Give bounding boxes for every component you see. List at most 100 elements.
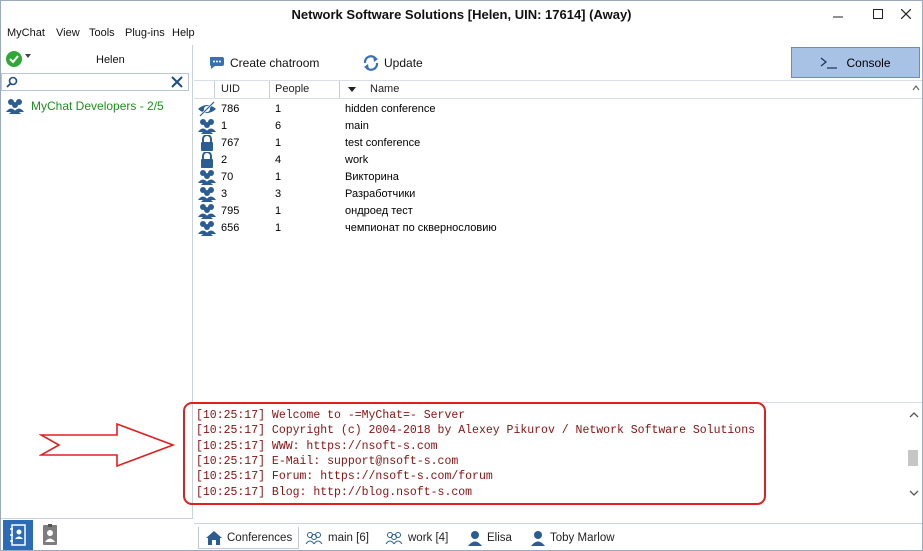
table-row[interactable]: 786 1 hidden conference xyxy=(194,101,914,118)
tab-work[interactable]: work [4] xyxy=(384,527,448,549)
app-window: Network Software Solutions [Helen, UIN: … xyxy=(0,0,923,551)
row-people: 3 xyxy=(275,188,282,200)
pane-splitter[interactable] xyxy=(192,45,193,519)
column-header-people[interactable]: People xyxy=(275,83,309,95)
table-row[interactable]: 70 1 Викторина xyxy=(194,169,914,186)
status-selector[interactable] xyxy=(6,51,22,67)
table-row[interactable]: 767 1 test conference xyxy=(194,134,914,152)
console-line: [10:25:17] Blog: http://blog.nsoft-s.com xyxy=(196,485,473,499)
tab-toby-marlow[interactable]: Toby Marlow xyxy=(530,527,615,549)
scroll-up-icon[interactable] xyxy=(912,84,920,92)
minimize-button[interactable] xyxy=(821,1,855,27)
tab-label: Toby Marlow xyxy=(550,532,615,544)
sort-desc-icon[interactable] xyxy=(348,87,356,92)
row-uid: 656 xyxy=(221,222,240,234)
address-book-icon xyxy=(10,524,26,546)
column-separator xyxy=(339,81,340,98)
terminal-icon xyxy=(821,57,838,69)
row-people: 1 xyxy=(275,171,282,183)
group-icon xyxy=(305,532,323,545)
console-line: [10:25:17] Copyright (c) 2004-2018 by Al… xyxy=(196,424,755,438)
badge-icon xyxy=(43,524,57,545)
row-uid: 1 xyxy=(221,120,228,132)
current-user-name: Helen xyxy=(96,54,125,66)
row-name: Разработчики xyxy=(345,188,416,200)
row-uid: 786 xyxy=(221,103,240,115)
tab-label: main [6] xyxy=(328,532,369,544)
console-line: [10:25:17] E-Mail: support@nsoft-s.com xyxy=(196,454,459,468)
contact-group-item[interactable]: MyChat Developers - 2/5 xyxy=(5,97,164,115)
contacts-view-button[interactable] xyxy=(3,520,33,550)
column-header-uid[interactable]: UID xyxy=(221,83,240,95)
row-name: ондроед тест xyxy=(345,205,413,217)
menu-view[interactable]: View xyxy=(56,27,80,39)
row-uid: 767 xyxy=(221,137,240,149)
create-chatroom-label: Create chatroom xyxy=(230,56,320,70)
tab-conferences[interactable]: Conferences xyxy=(198,527,300,549)
menu-tools[interactable]: Tools xyxy=(89,27,115,39)
maximize-icon xyxy=(873,9,883,19)
group-icon xyxy=(385,532,403,545)
menu-mychat[interactable]: MyChat xyxy=(7,27,45,39)
table-row[interactable]: 656 1 чемпионат по сквернословию xyxy=(194,220,914,237)
row-uid: 2 xyxy=(221,154,228,166)
tab-label: work [4] xyxy=(408,532,449,544)
checkmark-icon xyxy=(9,55,19,64)
console-line: [10:25:17] WWW: https://nsoft-s.com xyxy=(196,439,438,453)
column-separator xyxy=(269,81,270,98)
window-title: Network Software Solutions [Helen, UIN: … xyxy=(291,7,632,22)
search-icon xyxy=(6,76,18,88)
row-uid: 70 xyxy=(221,171,234,183)
row-name: Викторина xyxy=(345,171,399,183)
badge-view-button[interactable] xyxy=(35,520,65,550)
conference-list: UID People Name 786 1 hidden conference 1 6 m… xyxy=(194,80,922,400)
person-icon xyxy=(531,531,545,546)
tab-main[interactable]: main [6] xyxy=(304,527,369,549)
clear-search-icon xyxy=(171,76,183,88)
home-icon xyxy=(206,530,222,545)
console-output: [10:25:17] Welcome to -=MyChat=- Server [… xyxy=(194,402,922,520)
table-row[interactable]: 2 4 work xyxy=(194,151,914,169)
console-button[interactable]: Console xyxy=(791,47,920,78)
refresh-icon xyxy=(363,55,379,71)
row-name: hidden conference xyxy=(345,103,436,115)
row-name: чемпионат по сквернословию xyxy=(345,222,497,234)
console-line: [10:25:17] Forum: https://nsoft-s.com/fo… xyxy=(196,470,493,484)
close-icon xyxy=(901,9,911,19)
menu-help[interactable]: Help xyxy=(172,27,195,39)
column-separator xyxy=(214,81,215,98)
close-button[interactable] xyxy=(889,1,923,27)
scroll-thumb[interactable] xyxy=(908,450,918,466)
group-icon xyxy=(197,220,217,239)
column-header-name[interactable]: Name xyxy=(370,83,399,95)
chevron-down-icon[interactable] xyxy=(25,54,31,58)
row-name: main xyxy=(345,120,369,132)
table-row[interactable]: 3 3 Разработчики xyxy=(194,186,914,203)
table-row[interactable]: 1 6 main xyxy=(194,118,914,135)
list-header: UID People Name xyxy=(194,81,922,99)
console-scrollbar[interactable] xyxy=(906,403,922,507)
left-bottom-bar xyxy=(1,518,192,550)
person-icon xyxy=(468,531,482,546)
create-chatroom-button[interactable]: Create chatroom xyxy=(208,50,319,76)
table-row[interactable]: 795 1 ондроед тест xyxy=(194,203,914,220)
row-name: work xyxy=(345,154,369,166)
menu-bar: MyChat View Tools Plug-ins Help xyxy=(1,26,195,44)
tab-bar: Conferences main [6] work [4] Elisa Toby… xyxy=(194,523,922,550)
update-button[interactable]: Update xyxy=(362,50,423,76)
scroll-down-icon xyxy=(909,490,919,496)
console-label: Console xyxy=(846,55,891,70)
contact-search-input[interactable] xyxy=(1,73,189,91)
update-label: Update xyxy=(384,56,423,70)
row-people: 1 xyxy=(275,103,282,115)
tab-elisa[interactable]: Elisa xyxy=(467,527,512,549)
console-line: [10:25:17] Welcome to -=MyChat=- Server xyxy=(196,409,466,422)
tab-label: Elisa xyxy=(487,532,512,544)
group-icon xyxy=(6,99,24,114)
row-people: 1 xyxy=(275,222,282,234)
toolbar: Create chatroom Update Console xyxy=(194,45,922,80)
menu-plugins[interactable]: Plug-ins xyxy=(125,27,165,39)
row-people: 1 xyxy=(275,137,282,149)
arrow-annotation-icon xyxy=(39,422,176,468)
title-bar: Network Software Solutions [Helen, UIN: … xyxy=(1,1,922,29)
